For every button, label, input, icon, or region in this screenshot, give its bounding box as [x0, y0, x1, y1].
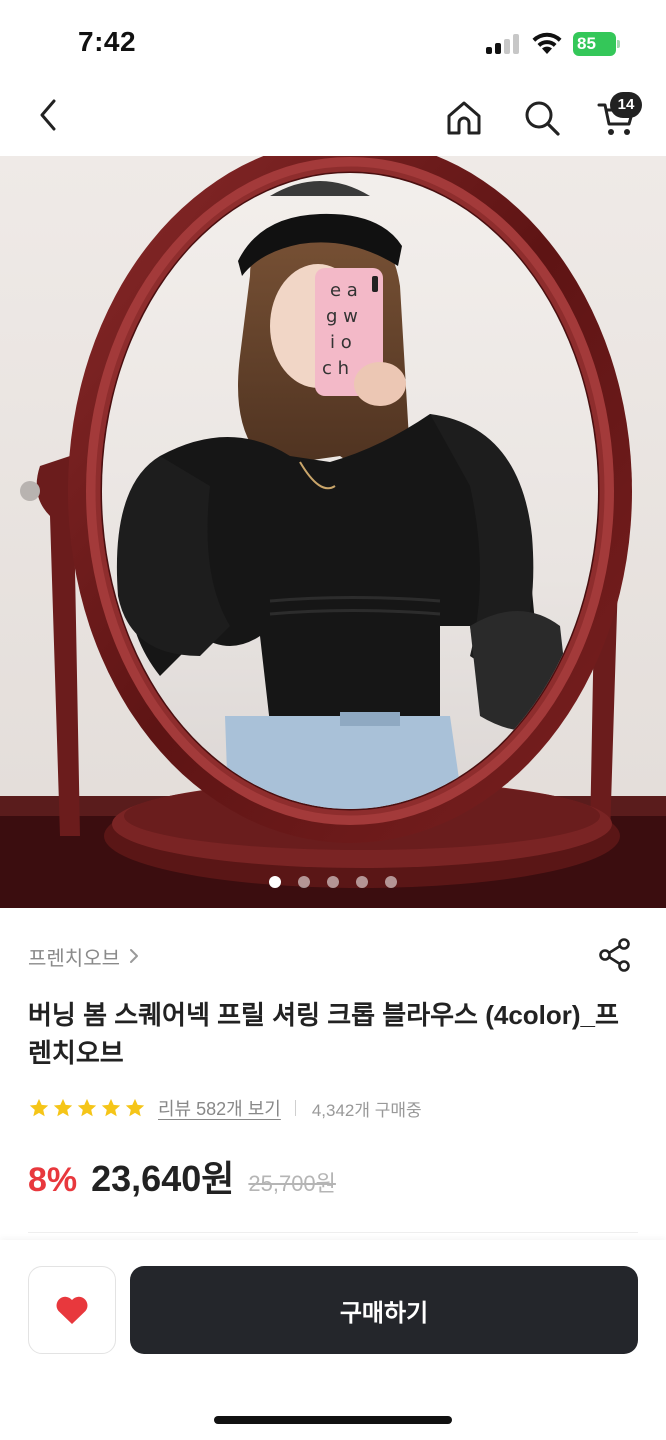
status-bar: 7:42 85: [0, 0, 666, 80]
rating-stars: [28, 1097, 146, 1119]
section-divider: [28, 1232, 638, 1233]
status-time: 7:42: [78, 26, 137, 57]
gallery-dot[interactable]: [385, 876, 397, 888]
brand-link[interactable]: 프렌치오브: [28, 942, 140, 970]
battery-level: 85: [573, 32, 616, 56]
svg-text:g w: g w: [326, 306, 358, 327]
back-button[interactable]: [26, 92, 72, 138]
product-title: 버닝 봄 스퀘어넥 프릴 셔링 크롭 블라우스 (4color)_프렌치오브: [28, 1000, 619, 1068]
back-chevron-icon: [40, 99, 56, 131]
gallery-dot[interactable]: [327, 876, 339, 888]
svg-text:c h: c h: [322, 358, 349, 379]
like-button[interactable]: [28, 1266, 116, 1354]
gallery-dot[interactable]: [298, 876, 310, 888]
buyer-count: 4,342개 구매중: [311, 1100, 422, 1120]
chevron-right-icon: [130, 949, 138, 963]
share-button[interactable]: [594, 934, 636, 976]
star-icon: [29, 1098, 49, 1117]
home-indicator: [214, 1416, 452, 1424]
star-icon: [101, 1098, 121, 1117]
original-price: 25,700원: [248, 1171, 336, 1196]
product-image-gallery[interactable]: e a g w i o c h: [0, 156, 666, 908]
svg-text:i o: i o: [330, 332, 352, 353]
search-button[interactable]: [518, 94, 566, 142]
star-icon: [77, 1098, 97, 1117]
share-icon: [599, 938, 630, 972]
wifi-icon: [530, 30, 564, 56]
gallery-dot[interactable]: [356, 876, 368, 888]
search-icon: [525, 101, 560, 136]
bottom-action-bar: 구매하기: [0, 1240, 666, 1440]
gallery-dot[interactable]: [269, 876, 281, 888]
product-photo: e a g w i o c h: [0, 156, 666, 908]
cart-count-badge: 14: [610, 92, 642, 118]
home-button[interactable]: [440, 94, 488, 142]
price-row: 8% 23,640원 25,700원: [28, 1150, 336, 1200]
gallery-pagination: [0, 876, 666, 896]
divider: [294, 1100, 296, 1116]
buy-button[interactable]: 구매하기: [130, 1266, 638, 1354]
top-nav-bar: 14: [0, 80, 666, 156]
battery-indicator: 85: [573, 32, 621, 56]
brand-name: 프렌치오브: [28, 947, 120, 970]
star-icon: [125, 1098, 145, 1117]
home-icon: [447, 101, 481, 135]
rating-row: 리뷰 582개 보기 4,342개 구매중: [28, 1094, 422, 1122]
review-link[interactable]: 리뷰 582개 보기: [158, 1095, 281, 1121]
star-icon: [53, 1098, 73, 1117]
cellular-signal-icon: [486, 34, 520, 54]
sale-price: 23,640원: [91, 1158, 235, 1199]
svg-text:e a: e a: [330, 280, 358, 301]
heart-icon: [56, 1296, 88, 1324]
discount-rate: 8%: [28, 1161, 78, 1199]
